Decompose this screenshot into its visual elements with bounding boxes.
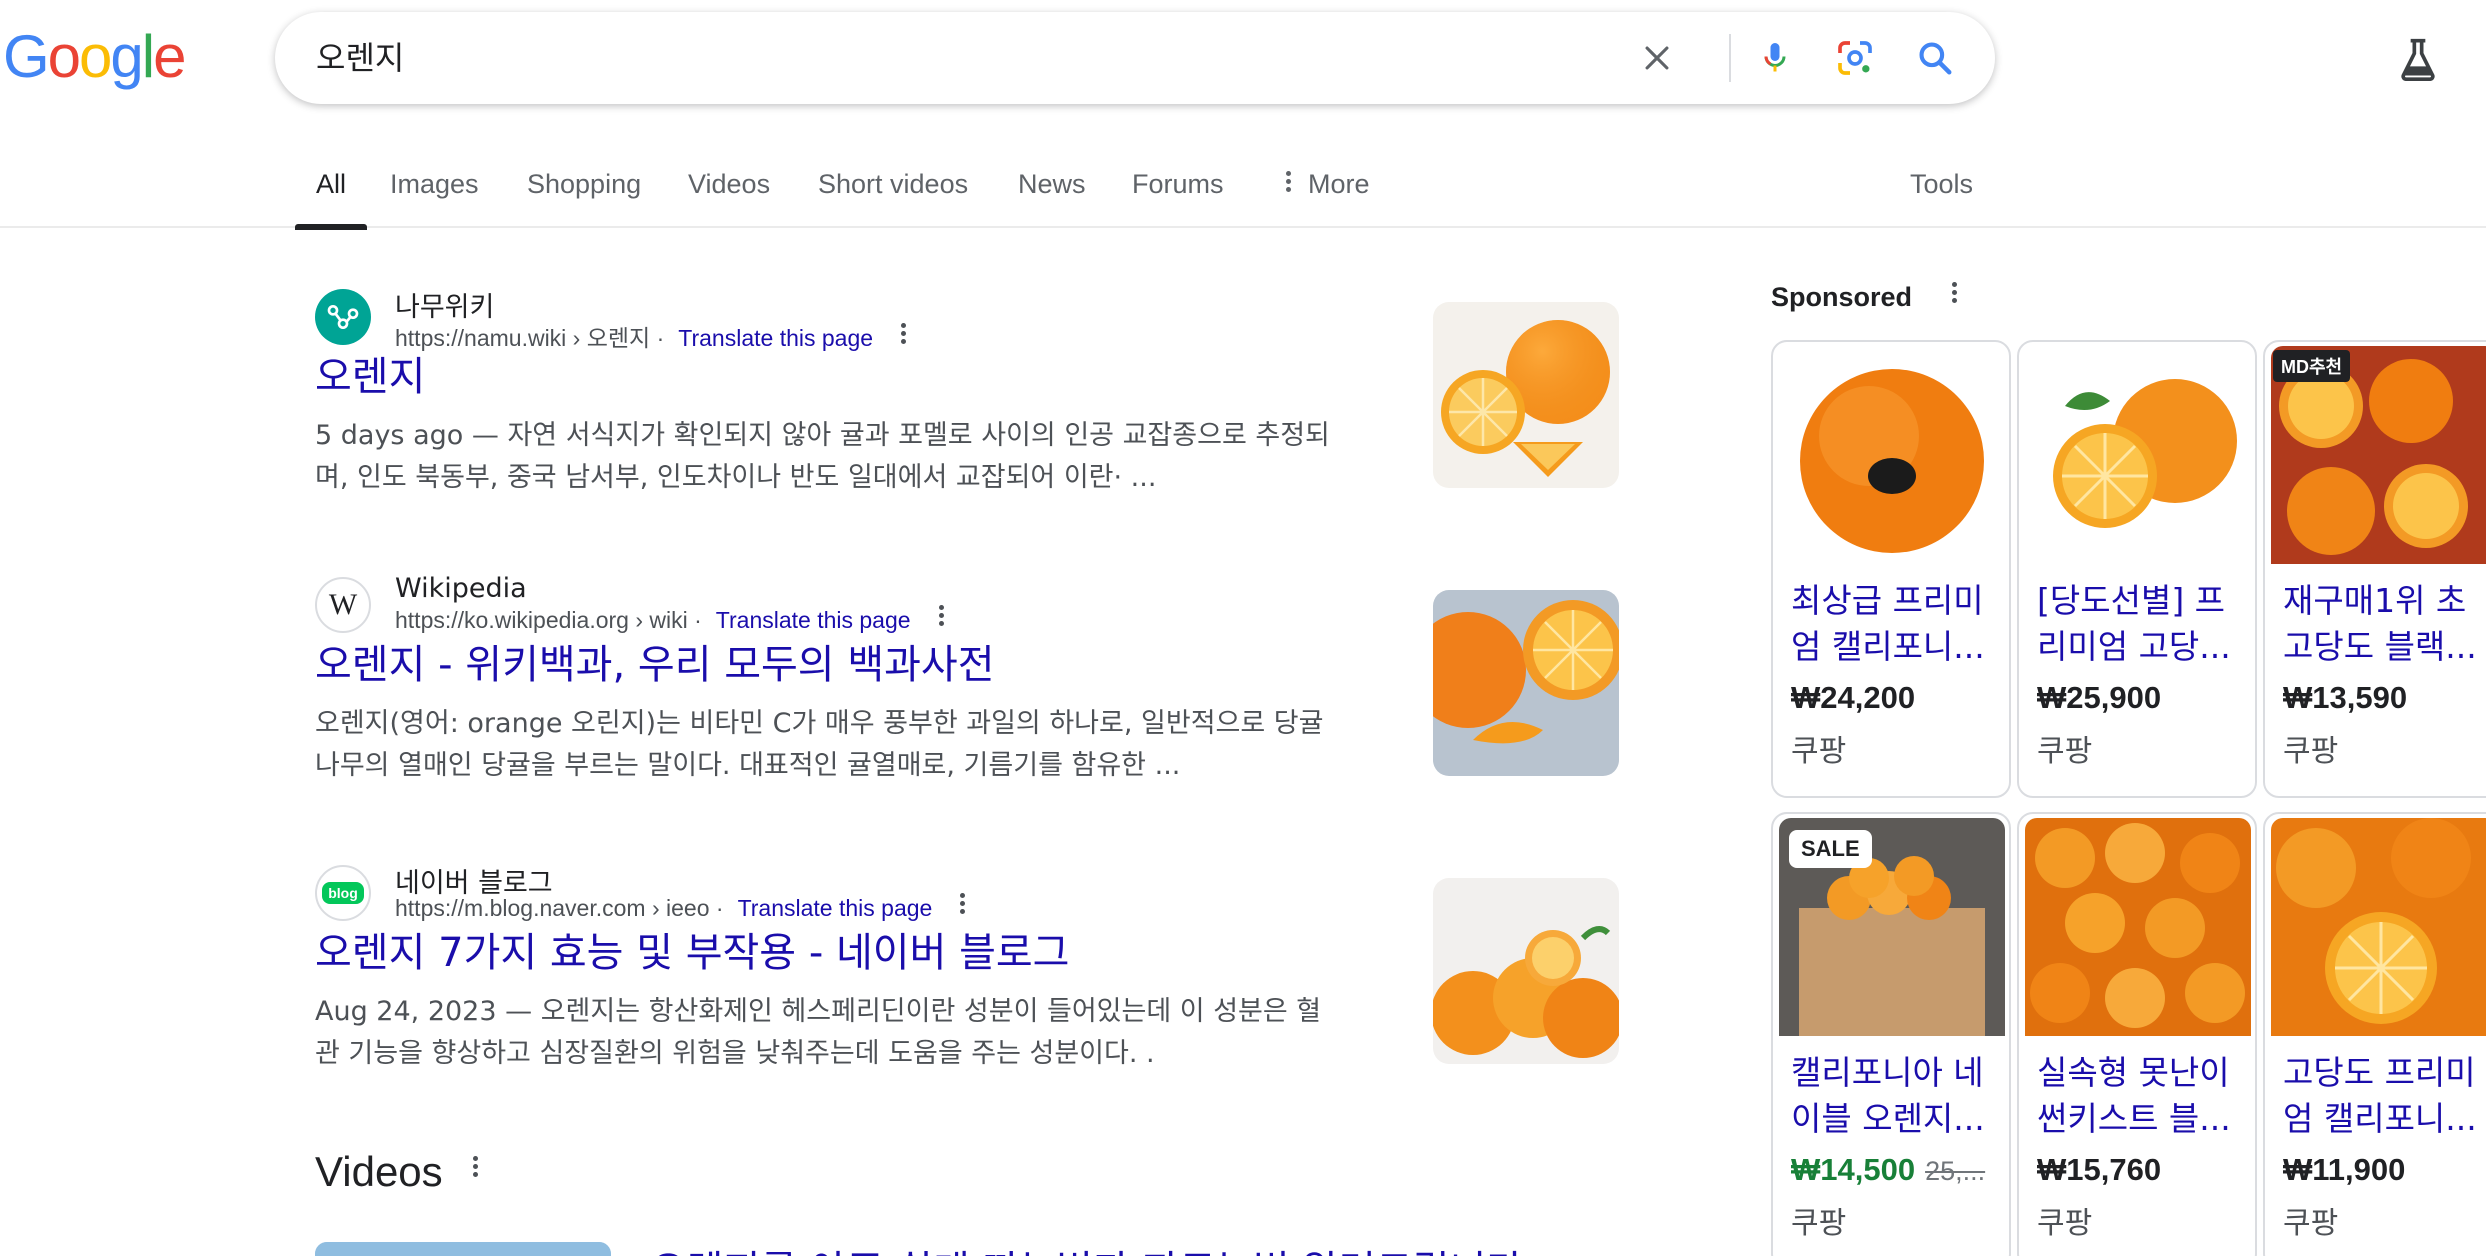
product-card[interactable]: MD추천 재구매1위 초고당도 블랙... ₩13,590 쿠팡 — [2263, 340, 2486, 798]
sponsored-heading: Sponsored — [1771, 282, 1958, 313]
more-options-icon[interactable] — [960, 890, 966, 917]
more-options-icon[interactable] — [938, 602, 945, 629]
lens-camera-icon[interactable] — [1835, 38, 1875, 78]
snippet-line: 며, 인도 북동부, 중국 남서부, 인도차이나 반도 일대에서 교잡되어 이란… — [315, 462, 1157, 493]
microphone-icon[interactable] — [1755, 38, 1795, 78]
result-title[interactable]: 오렌지 7가지 효능 및 부작용 - 네이버 블로그 — [315, 925, 1615, 981]
product-price: ₩15,760 — [2037, 1152, 2162, 1187]
video-title[interactable]: 오렌지를 아주 쉽게 까는법과 자르는법 알려드립니다 — [650, 1238, 1523, 1256]
result-snippet: 5 days ago — 자연 서식지가 확인되지 않아 귤과 포멜로 사이의 … — [315, 415, 1395, 499]
search-result: 나무위키 https://namu.wiki › 오렌지 · Translate … — [315, 285, 1615, 499]
product-price: ₩24,200 — [1791, 680, 1916, 715]
naver-blog-favicon-icon: blog — [315, 865, 371, 921]
product-store: 쿠팡 — [1791, 1206, 1847, 1241]
product-sale-price: ₩14,500 — [1791, 1152, 1916, 1187]
more-options-icon[interactable] — [901, 320, 907, 347]
product-title: 최상급 프리미엄 캘리포니... — [1791, 581, 1985, 666]
tab-forums[interactable]: Forums — [1132, 150, 1224, 228]
search-input[interactable]: 오렌지 — [316, 12, 404, 104]
product-title: 재구매1위 초고당도 블랙... — [2283, 581, 2477, 666]
search-result: W Wikipedia https://ko.wikipedia.org › w… — [315, 573, 1615, 787]
tab-images[interactable]: Images — [390, 150, 479, 228]
product-card[interactable]: [당도선별] 프리미엄 고당... ₩25,900 쿠팡 — [2017, 340, 2257, 798]
product-card[interactable]: 최상급 프리미엄 캘리포니... ₩24,200 쿠팡 — [1771, 340, 2011, 798]
videos-heading-text: Videos — [315, 1148, 443, 1195]
product-title: 실속형 못난이 썬키스트 블... — [2037, 1053, 2231, 1138]
site-url-text: https://m.blog.naver.com › ieeo — [395, 895, 710, 921]
product-image — [2025, 346, 2251, 564]
site-url-text: https://ko.wikipedia.org › wiki — [395, 607, 688, 633]
wikipedia-favicon-icon: W — [315, 577, 371, 633]
namuwiki-favicon-icon — [315, 289, 371, 345]
snippet-line: 관 기능을 향상하고 심장질환의 위험을 낮춰주는데 도움을 주는 성분이다. … — [315, 1038, 1155, 1069]
tab-more-label: More — [1308, 169, 1370, 199]
translate-link[interactable]: Translate this page — [738, 895, 933, 921]
result-source[interactable]: 나무위키 https://namu.wiki › 오렌지 · Translate … — [315, 285, 1615, 351]
result-title[interactable]: 오렌지 - 위키백과, 우리 모두의 백과사전 — [315, 637, 1615, 693]
sponsored-heading-text: Sponsored — [1771, 282, 1913, 312]
site-name: Wikipedia — [395, 573, 527, 604]
product-title: [당도선별] 프리미엄 고당... — [2037, 581, 2231, 666]
more-options-icon[interactable] — [472, 1153, 479, 1180]
tab-all[interactable]: All — [294, 150, 368, 230]
product-store: 쿠팡 — [2283, 734, 2339, 769]
search-divider — [1729, 34, 1731, 82]
product-image — [2271, 818, 2486, 1036]
site-url-text: https://namu.wiki › 오렌지 — [395, 325, 651, 351]
result-snippet: Aug 24, 2023 — 오렌지는 항산화제인 헤스페리딘이란 성분이 들어… — [315, 991, 1395, 1075]
result-snippet: 오렌지(영어: orange 오린지)는 비타민 C가 매우 풍부한 과일의 하… — [315, 703, 1395, 787]
more-options-icon[interactable] — [1952, 279, 1958, 306]
snippet-line: 나무의 열매인 당귤을 부르는 말이다. 대표적인 귤열매로, 기름기를 함유한… — [315, 750, 1181, 781]
product-badge: MD추천 — [2273, 350, 2351, 382]
product-image — [2025, 818, 2251, 1036]
tools-button[interactable]: Tools — [1910, 150, 1973, 228]
result-source[interactable]: W Wikipedia https://ko.wikipedia.org › w… — [315, 573, 1615, 637]
product-old-price: 25,... — [1925, 1156, 1986, 1186]
translate-link[interactable]: Translate this page — [716, 607, 911, 633]
translate-link[interactable]: Translate this page — [678, 325, 873, 351]
product-card[interactable]: SALE 캘리포니아 네이블 오렌지... ₩14,500 25,... 쿠팡 — [1771, 812, 2011, 1256]
search-icon[interactable] — [1915, 38, 1955, 78]
result-thumbnail[interactable] — [1433, 302, 1619, 488]
product-title: 캘리포니아 네이블 오렌지... — [1791, 1053, 1985, 1138]
site-url: https://ko.wikipedia.org › wiki · Transla… — [395, 605, 945, 635]
tab-news[interactable]: News — [1018, 150, 1086, 228]
product-store: 쿠팡 — [2037, 1206, 2093, 1241]
result-thumbnail[interactable] — [1433, 590, 1619, 776]
result-thumbnail[interactable] — [1433, 878, 1619, 1064]
product-store: 쿠팡 — [1791, 734, 1847, 769]
result-title[interactable]: 오렌지 — [315, 349, 1615, 405]
search-tabs: All Images Shopping Videos Short videos … — [0, 150, 2486, 230]
product-price: ₩14,500 25,... — [1791, 1152, 1985, 1188]
sale-badge: SALE — [1789, 830, 1872, 868]
tab-shopping[interactable]: Shopping — [527, 150, 641, 228]
video-thumbnail[interactable] — [315, 1242, 611, 1256]
tab-short-videos[interactable]: Short videos — [818, 150, 968, 228]
product-title: 고당도 프리미엄 캘리포니... — [2283, 1053, 2477, 1138]
product-store: 쿠팡 — [2037, 734, 2093, 769]
product-price: ₩25,900 — [2037, 680, 2162, 715]
product-store: 쿠팡 — [2283, 1206, 2339, 1241]
product-image — [1779, 346, 2005, 564]
clear-icon[interactable] — [1637, 38, 1677, 78]
videos-section-heading: Videos — [315, 1148, 479, 1196]
site-url: https://m.blog.naver.com › ieeo · Transla… — [395, 893, 966, 923]
result-source[interactable]: blog 네이버 블로그 https://m.blog.naver.com › … — [315, 861, 1615, 925]
product-card[interactable]: 고당도 프리미엄 캘리포니... ₩11,900 쿠팡 — [2263, 812, 2486, 1256]
search-box[interactable]: 오렌지 — [275, 12, 1995, 104]
snippet-line: 5 days ago — 자연 서식지가 확인되지 않아 귤과 포멜로 사이의 … — [315, 420, 1330, 451]
tab-videos[interactable]: Videos — [688, 150, 770, 228]
product-price: ₩11,900 — [2283, 1152, 2406, 1187]
search-result: blog 네이버 블로그 https://m.blog.naver.com › … — [315, 861, 1615, 1075]
snippet-line: 오렌지(영어: orange 오린지)는 비타민 C가 매우 풍부한 과일의 하… — [315, 708, 1324, 739]
snippet-line: Aug 24, 2023 — 오렌지는 항산화제인 헤스페리딘이란 성분이 들어… — [315, 996, 1322, 1027]
product-card[interactable]: 실속형 못난이 썬키스트 블... ₩15,760 쿠팡 — [2017, 812, 2257, 1256]
site-url: https://namu.wiki › 오렌지 · Translate this … — [395, 319, 907, 353]
product-price: ₩13,590 — [2283, 680, 2408, 715]
labs-flask-icon[interactable] — [2396, 34, 2440, 84]
more-vert-icon — [1286, 168, 1292, 195]
google-logo[interactable]: Google — [3, 22, 187, 92]
tab-more[interactable]: More — [1286, 150, 1370, 228]
